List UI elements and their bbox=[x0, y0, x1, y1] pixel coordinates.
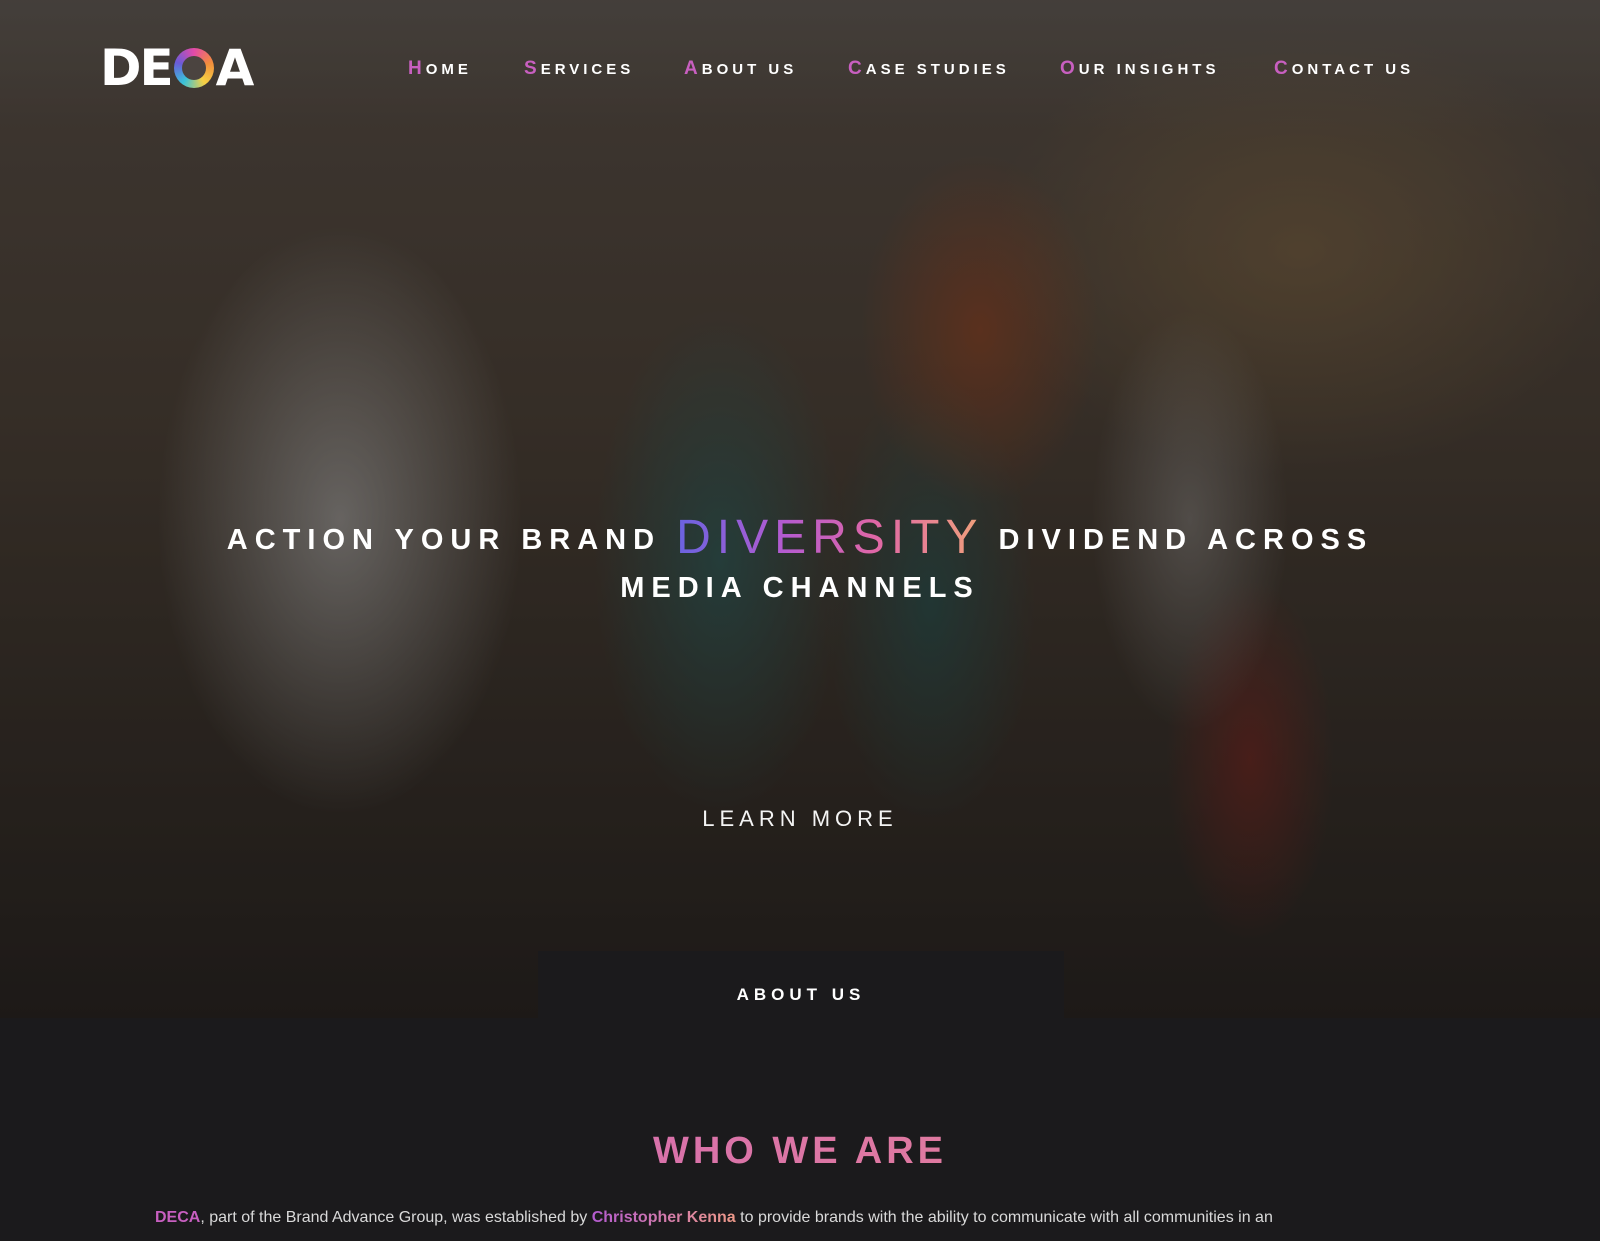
nav-insights[interactable]: Our insights bbox=[1060, 58, 1219, 80]
intro-brand: DECA bbox=[155, 1209, 201, 1226]
nav-initial: O bbox=[1060, 58, 1079, 79]
nav-about[interactable]: About us bbox=[684, 58, 797, 80]
about-us-tab[interactable]: ABOUT US bbox=[538, 951, 1064, 1033]
headline-text-after: DIVIDEND ACROSS bbox=[983, 524, 1374, 556]
headline-text-before: ACTION YOUR BRAND bbox=[226, 524, 677, 556]
headline-line-2: MEDIA CHANNELS bbox=[620, 572, 980, 604]
nav-label: ervices bbox=[540, 61, 635, 78]
nav-initial: H bbox=[408, 58, 426, 79]
intro-paragraph: DECA, part of the Brand Advance Group, w… bbox=[155, 1209, 1455, 1227]
logo-text-right: A bbox=[215, 39, 255, 97]
headline-accent: DIVERSITY bbox=[676, 511, 984, 564]
intro-text-2: to provide brands with the ability to co… bbox=[735, 1209, 1273, 1226]
who-we-are-heading: WHO WE ARE bbox=[0, 1130, 1600, 1173]
nav-initial: C bbox=[848, 58, 866, 79]
intro-text-1: , part of the Brand Advance Group, was e… bbox=[200, 1209, 592, 1226]
deca-logo[interactable]: DE A bbox=[100, 39, 255, 97]
nav-contact[interactable]: Contact us bbox=[1274, 58, 1414, 80]
learn-more-wrap: LEARN MORE bbox=[0, 806, 1600, 832]
nav-label: ontact us bbox=[1291, 61, 1415, 78]
nav-initial: C bbox=[1274, 58, 1292, 79]
hero-headline: ACTION YOUR BRAND DIVERSITY DIVIDEND ACR… bbox=[0, 510, 1600, 608]
headline-line-1: ACTION YOUR BRAND DIVERSITY DIVIDEND ACR… bbox=[0, 510, 1600, 568]
nav-label: ase studies bbox=[865, 61, 1010, 78]
who-we-are-section: WHO WE ARE bbox=[0, 1018, 1600, 1241]
nav-label: ome bbox=[425, 61, 472, 78]
learn-more-link[interactable]: LEARN MORE bbox=[702, 806, 897, 831]
logo-text-left: DE bbox=[100, 39, 174, 97]
nav-label: ur insights bbox=[1078, 61, 1220, 78]
nav-initial: A bbox=[684, 58, 702, 79]
logo-ring-icon bbox=[173, 48, 214, 88]
nav-home[interactable]: Home bbox=[408, 58, 472, 80]
intro-founder: Christopher Kenna bbox=[591, 1209, 736, 1226]
hero-banner bbox=[0, 0, 1600, 1018]
hero-overlay bbox=[0, 0, 1600, 1018]
nav-label: bout us bbox=[701, 61, 798, 78]
nav-services[interactable]: Services bbox=[524, 58, 634, 80]
nav-case-studies[interactable]: Case studies bbox=[848, 58, 1010, 80]
nav-initial: S bbox=[524, 58, 541, 79]
